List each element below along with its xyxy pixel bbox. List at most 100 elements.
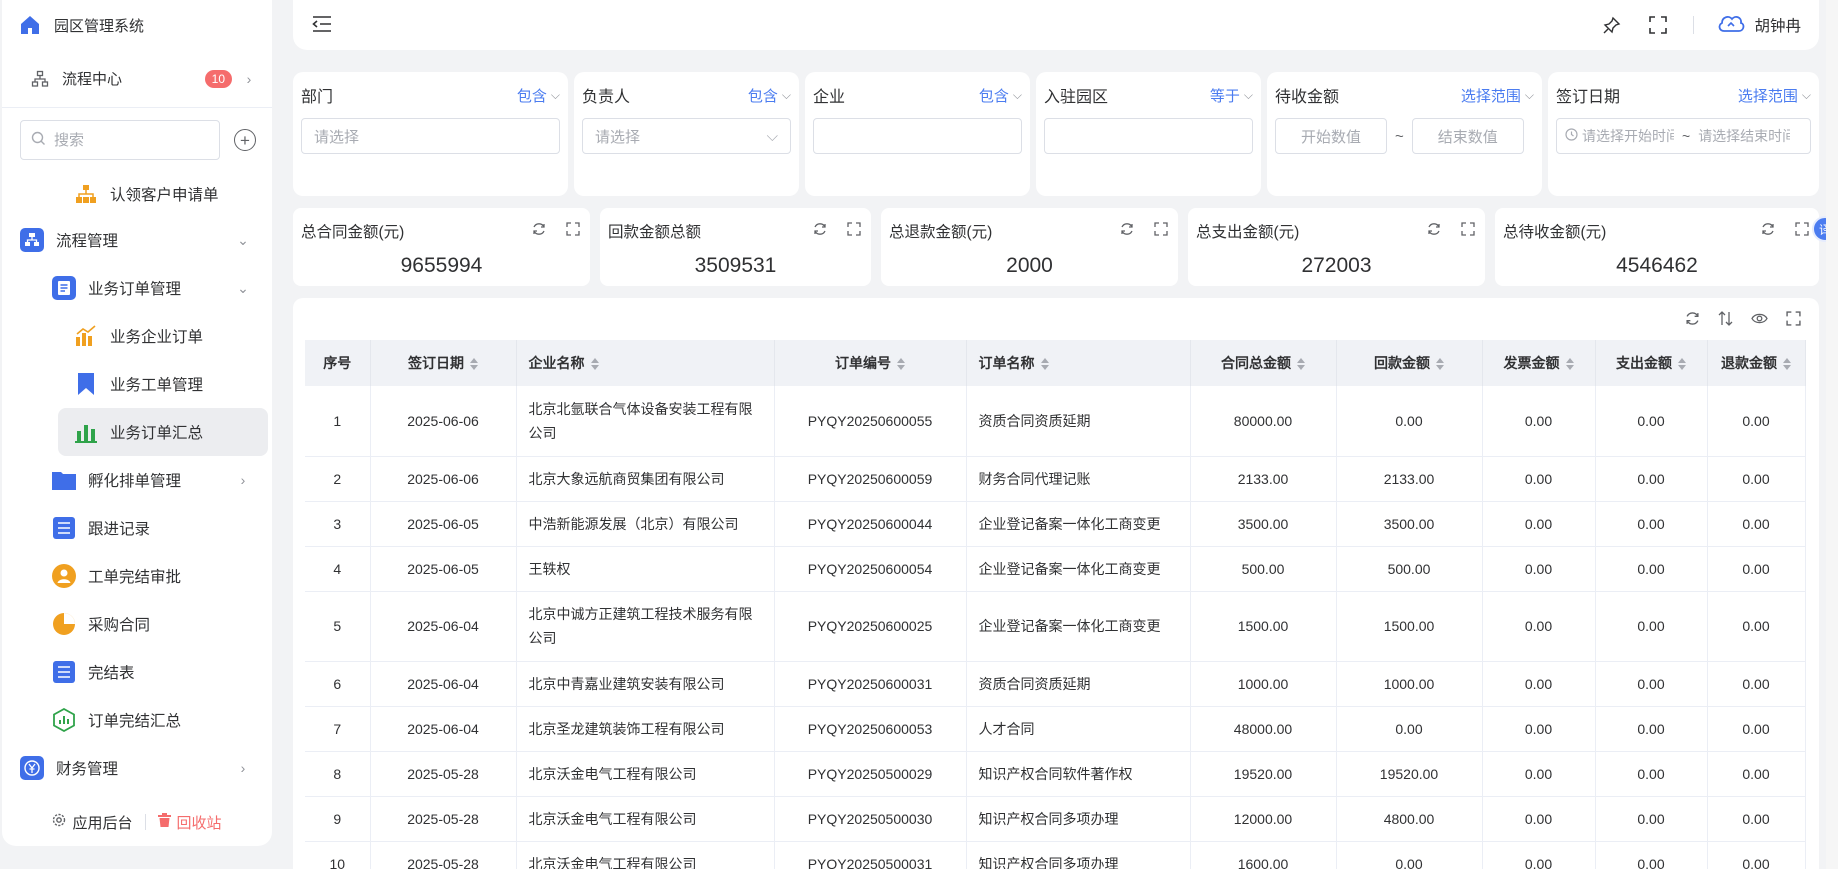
sort-icon[interactable] bbox=[1565, 358, 1574, 371]
table-row[interactable]: 10 2025-05-28 北京沃金电气工程有限公司 PYQY20250500031 知… bbox=[305, 841, 1806, 869]
menu-item-biz-order-mgmt[interactable]: 业务订单管理 ⌄ bbox=[2, 264, 272, 312]
sort-icon[interactable] bbox=[1678, 358, 1686, 371]
cell-date: 2025-05-28 bbox=[370, 841, 517, 869]
col-header[interactable]: 企业名称 bbox=[516, 340, 775, 386]
refresh-icon[interactable] bbox=[1761, 222, 1775, 239]
col-header[interactable]: 合同总金额 bbox=[1190, 340, 1337, 386]
user-menu[interactable]: 胡钟冉 bbox=[1716, 12, 1801, 39]
table-row[interactable]: 1 2025-06-06 北京北氩联合气体设备安装工程有限公司 PYQY2025060… bbox=[305, 386, 1806, 457]
menu-item-biz-enterprise-order[interactable]: 业务企业订单 bbox=[2, 312, 272, 360]
page-scrollbar[interactable] bbox=[1826, 0, 1838, 869]
menu-item-purchase-contract[interactable]: 采购合同 bbox=[2, 600, 272, 648]
col-header[interactable]: 支出金额 bbox=[1595, 340, 1708, 386]
cell-idx: 9 bbox=[305, 796, 371, 842]
sort-icon[interactable] bbox=[897, 358, 905, 371]
filter-operator[interactable]: 选择范围 ⌵ bbox=[1738, 85, 1811, 106]
cell-refund: 0.00 bbox=[1707, 591, 1806, 662]
flow-center-item[interactable]: 流程中心 10 › bbox=[2, 50, 272, 108]
range-end-input[interactable]: 结束数值 bbox=[1411, 118, 1524, 154]
table-row[interactable]: 4 2025-06-05 王轶权 PYQY20250600054 企业登记备案一体化工商… bbox=[305, 546, 1806, 592]
operator-label: 包含 bbox=[516, 87, 547, 105]
refresh-icon[interactable] bbox=[813, 222, 827, 239]
fullscreen-icon[interactable] bbox=[1786, 311, 1801, 329]
menu-item-completion-sheet[interactable]: 完结表 bbox=[2, 648, 272, 696]
cell-total: 12000.00 bbox=[1190, 796, 1337, 842]
filter-operator[interactable]: 等于 ⌵ bbox=[1210, 85, 1253, 106]
col-header[interactable]: 签订日期 bbox=[370, 340, 517, 386]
sort-icon[interactable] bbox=[470, 358, 478, 371]
fullscreen-icon[interactable] bbox=[1795, 222, 1809, 239]
cell-company: 王轶权 bbox=[516, 546, 775, 592]
sort-icon[interactable] bbox=[1297, 358, 1305, 371]
dept-select[interactable]: 请选择 bbox=[301, 118, 560, 154]
menu-label: 认领客户申请单 bbox=[110, 187, 219, 204]
filter-operator[interactable]: 选择范围 ⌵ bbox=[1461, 85, 1534, 106]
menu-item-finance-mgmt[interactable]: 财务管理 › bbox=[2, 744, 272, 792]
column-sort-icon[interactable] bbox=[1718, 311, 1733, 329]
fullscreen-icon[interactable] bbox=[1461, 222, 1475, 239]
menu-item-incubation[interactable]: 孵化排单管理 › bbox=[2, 456, 272, 504]
add-icon[interactable]: + bbox=[234, 129, 256, 151]
cell-order-name: 资质合同资质延期 bbox=[966, 386, 1191, 457]
refresh-icon[interactable] bbox=[1685, 311, 1700, 329]
menu-item-biz-order-summary[interactable]: 业务订单汇总 bbox=[58, 408, 268, 456]
date-range-picker[interactable]: 请选择开始时间 ~ 请选择结束时间 bbox=[1556, 118, 1811, 154]
table-row[interactable]: 8 2025-05-28 北京沃金电气工程有限公司 PYQY20250500029 知识… bbox=[305, 751, 1806, 797]
collapse-menu-icon[interactable] bbox=[311, 14, 333, 37]
col-header[interactable]: 回款金额 bbox=[1336, 340, 1483, 386]
owner-select[interactable]: 请选择 ⌵ bbox=[582, 118, 791, 154]
menu-item-order-completion-summary[interactable]: 订单完结汇总 bbox=[2, 696, 272, 744]
search-input[interactable] bbox=[54, 131, 204, 149]
company-input[interactable] bbox=[813, 118, 1022, 154]
filter-operator[interactable]: 包含 ⌵ bbox=[979, 85, 1022, 106]
cell-expense: 0.00 bbox=[1595, 456, 1708, 502]
cell-date: 2025-05-28 bbox=[370, 796, 517, 842]
cell-date: 2025-06-04 bbox=[370, 706, 517, 752]
menu-item-claim[interactable]: 认领客户申请单 bbox=[2, 172, 272, 216]
table-row[interactable]: 9 2025-05-28 北京沃金电气工程有限公司 PYQY20250500030 知识… bbox=[305, 796, 1806, 842]
home-icon[interactable] bbox=[18, 13, 42, 37]
table-row[interactable]: 7 2025-06-04 北京圣龙建筑装饰工程有限公司 PYQY20250600053… bbox=[305, 706, 1806, 752]
user-name: 胡钟冉 bbox=[1754, 18, 1801, 35]
pin-icon[interactable] bbox=[1601, 14, 1623, 36]
col-header[interactable]: 订单名称 bbox=[966, 340, 1191, 386]
menu-item-biz-work-order[interactable]: 业务工单管理 bbox=[2, 360, 272, 408]
sort-icon[interactable] bbox=[1436, 358, 1444, 371]
document-icon bbox=[52, 276, 76, 300]
range-start-input[interactable]: 开始数值 bbox=[1275, 118, 1387, 154]
sort-icon[interactable] bbox=[590, 358, 599, 371]
refresh-icon[interactable] bbox=[1120, 222, 1134, 239]
app-backend-link[interactable]: 应用后台 bbox=[52, 812, 133, 833]
sort-icon[interactable] bbox=[1040, 358, 1049, 371]
table-row[interactable]: 3 2025-06-05 中浩新能源发展（北京）有限公司 PYQY2025060004… bbox=[305, 501, 1806, 547]
filter-operator[interactable]: 包含 ⌵ bbox=[517, 85, 560, 106]
col-header[interactable]: 发票金额 bbox=[1482, 340, 1596, 386]
table-row[interactable]: 5 2025-06-04 北京中诚方正建筑工程技术服务有限公司 PYQY2025060… bbox=[305, 591, 1806, 662]
refresh-icon[interactable] bbox=[532, 222, 546, 239]
stat-card-total-contract: 总合同金额(元) 9655994 bbox=[293, 208, 590, 286]
recycle-bin-link[interactable]: 回收站 bbox=[157, 812, 222, 833]
cell-received: 1500.00 bbox=[1336, 591, 1483, 662]
menu-item-work-order-review[interactable]: 工单完结审批 bbox=[2, 552, 272, 600]
sort-icon[interactable] bbox=[1783, 358, 1791, 371]
stat-card-expense: 总支出金额(元) 272003 bbox=[1188, 208, 1485, 286]
chevron-down-icon: ⌵ bbox=[1524, 87, 1534, 102]
fullscreen-icon[interactable] bbox=[566, 222, 580, 239]
eye-icon[interactable] bbox=[1751, 312, 1768, 328]
fullscreen-icon[interactable] bbox=[847, 222, 861, 239]
fullscreen-icon[interactable] bbox=[1647, 14, 1669, 36]
menu-item-followup[interactable]: 跟进记录 bbox=[2, 504, 272, 552]
refresh-icon[interactable] bbox=[1427, 222, 1441, 239]
cell-order-name: 人才合同 bbox=[966, 706, 1191, 752]
menu-label: 财务管理 bbox=[56, 761, 119, 778]
park-input[interactable] bbox=[1044, 118, 1253, 154]
filter-park: 入驻园区 等于 ⌵ bbox=[1036, 72, 1261, 196]
col-header[interactable]: 订单编号 bbox=[774, 340, 967, 386]
fullscreen-icon[interactable] bbox=[1154, 222, 1168, 239]
col-header[interactable]: 退款金额 bbox=[1707, 340, 1806, 386]
filter-operator[interactable]: 包含 ⌵ bbox=[748, 85, 791, 106]
menu-item-process-mgmt[interactable]: 流程管理 ⌄ bbox=[2, 216, 272, 264]
table-row[interactable]: 6 2025-06-04 北京中青嘉业建筑安装有限公司 PYQY20250600031… bbox=[305, 661, 1806, 707]
sidebar-footer: 应用后台 回收站 bbox=[2, 798, 272, 846]
table-row[interactable]: 2 2025-06-06 北京大象远航商贸集团有限公司 PYQY20250600059… bbox=[305, 456, 1806, 502]
